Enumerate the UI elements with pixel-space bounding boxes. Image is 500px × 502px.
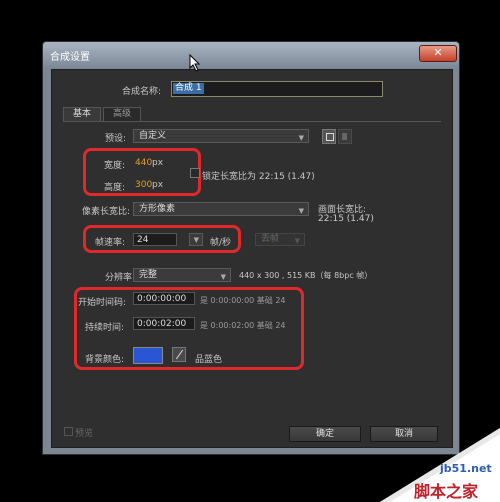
title-bar[interactable]: 合成设置 ✕ (43, 42, 459, 68)
comp-name-input[interactable]: 合成 1 (171, 81, 383, 97)
chevron-down-icon: ▼ (294, 237, 300, 245)
duration-label: 持续时间: (85, 323, 125, 333)
resolution-label: 分辨率: (105, 273, 136, 283)
lock-aspect-label: 锁定长宽比为 22:15 (1.47) (202, 172, 315, 182)
frame-rate-input[interactable]: 24 (133, 233, 177, 246)
frame-aspect-value: 22:15 (1.47) (318, 214, 374, 224)
height-value[interactable]: 300 (135, 180, 152, 190)
frame-rate-label: 帧速率: (95, 238, 126, 248)
preset-label: 预设: (105, 134, 127, 144)
height-label: 高度: (104, 183, 126, 193)
bg-color-name: 品蓝色 (195, 355, 223, 365)
preset-value: 自定义 (139, 131, 167, 141)
width-label: 宽度: (104, 161, 126, 171)
preset-dropdown[interactable]: 自定义 ▼ (133, 129, 309, 143)
dialog-title: 合成设置 (50, 52, 90, 63)
pixel-aspect-label: 像素长宽比: (82, 207, 131, 217)
start-timecode-input[interactable]: 0:00:00:00 (133, 292, 195, 305)
resolution-dropdown[interactable]: 完整 ▼ (133, 268, 231, 282)
dialog-body: 合成名称: 合成 1 基本 高级 预设: 自定义 ▼ 宽度: 440 px 高度… (51, 69, 453, 448)
tab-divider (63, 121, 441, 122)
chevron-down-icon: ▼ (193, 236, 199, 244)
tab-advanced[interactable]: 高级 (103, 107, 141, 121)
resolution-value: 完整 (139, 270, 158, 280)
delete-preset-icon[interactable] (338, 129, 352, 144)
width-value[interactable]: 440 (135, 158, 152, 168)
eyedropper-icon[interactable] (172, 347, 186, 362)
watermark-site: jb51.net (440, 462, 492, 475)
chevron-down-icon: ▼ (298, 207, 304, 215)
composition-settings-dialog: 合成设置 ✕ 合成名称: 合成 1 基本 高级 预设: 自定义 ▼ 宽度: 44… (42, 41, 460, 455)
pixel-aspect-dropdown[interactable]: 方形像素 ▼ (133, 202, 309, 216)
start-timecode-info: 是 0:00:00:00 基础 24 (200, 296, 286, 305)
lock-aspect-checkbox[interactable] (190, 168, 200, 178)
duration-input[interactable]: 0:00:02:00 (133, 317, 195, 330)
preview-checkbox[interactable] (64, 427, 73, 436)
tab-basic[interactable]: 基本 (63, 107, 101, 121)
mouse-cursor-icon (189, 54, 201, 72)
watermark-name: 脚本之家 (414, 482, 479, 501)
resolution-info: 440 x 300 , 515 KB（每 8bpc 帧） (239, 271, 373, 280)
ok-button[interactable]: 确定 (289, 426, 361, 442)
drop-frame-value: 丢帧 (261, 234, 280, 244)
bg-color-swatch[interactable] (133, 347, 163, 364)
chevron-down-icon: ▼ (298, 134, 304, 142)
comp-name-value: 合成 1 (173, 83, 204, 94)
close-button[interactable]: ✕ (419, 45, 457, 62)
width-unit: px (152, 158, 164, 168)
chevron-down-icon: ▼ (220, 273, 226, 281)
preview-label: 预览 (75, 429, 94, 439)
frame-rate-unit: 帧/秒 (210, 238, 232, 248)
pixel-aspect-value: 方形像素 (139, 204, 176, 214)
comp-name-label: 合成名称: (122, 87, 162, 97)
frame-rate-dropdown[interactable]: ▼ (189, 233, 203, 246)
height-unit: px (152, 180, 164, 190)
bg-color-label: 背景颜色: (85, 355, 125, 365)
save-preset-icon[interactable] (322, 129, 336, 144)
duration-info: 是 0:00:02:00 基础 24 (200, 321, 286, 330)
start-timecode-label: 开始时间码: (78, 298, 127, 308)
drop-frame-dropdown: 丢帧 ▼ (255, 233, 305, 246)
